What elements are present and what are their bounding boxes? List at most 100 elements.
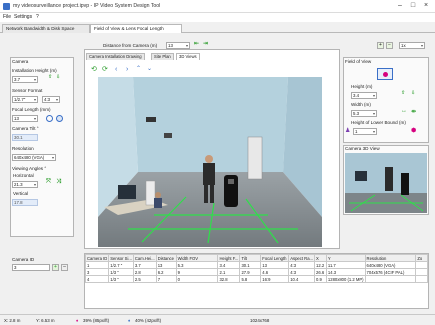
rotate-right-icon[interactable]: ⟳ bbox=[102, 66, 109, 73]
status-bar: X: 2.8 m Y: 6.53 m ♦ 39% (85px/ft) ♦ 40%… bbox=[0, 314, 435, 325]
tab-site-plan[interactable]: Site Plan bbox=[151, 53, 174, 60]
pan-down-icon[interactable]: ⌄ bbox=[147, 65, 152, 72]
table-row[interactable]: 4 1/3 " 2.5 7 0 32.8 5.8 16:9 10.4 0.9 1… bbox=[85, 275, 428, 283]
col-tilt[interactable]: Tilt bbox=[239, 254, 262, 262]
col-x[interactable]: X bbox=[314, 254, 327, 262]
table-cell: 9 bbox=[175, 268, 219, 276]
zoom-select[interactable]: 1x bbox=[399, 42, 425, 49]
lens-wide-icon[interactable] bbox=[46, 115, 53, 122]
seated-person-head bbox=[155, 192, 161, 198]
person-leg-left bbox=[204, 185, 208, 203]
table-cell: 3.4 bbox=[217, 261, 241, 269]
camera-table-container: Camera ID Sensor Si... Cam.Hei... Distan… bbox=[84, 253, 429, 309]
remove-camera-button[interactable]: – bbox=[61, 264, 68, 271]
table-cell: 5.8 bbox=[239, 275, 262, 283]
pan-left-icon[interactable]: ‹ bbox=[115, 66, 117, 73]
fov-height-select[interactable]: 3.4 bbox=[351, 92, 377, 99]
vertical-angle-value: 17.8 bbox=[12, 199, 38, 206]
col-height-fov[interactable]: Height F... bbox=[217, 254, 241, 262]
arrow-right-icon[interactable]: ⇥ bbox=[203, 40, 208, 47]
table-cell: 2.1 bbox=[217, 268, 241, 276]
camera-model-2 bbox=[164, 133, 172, 138]
fov-width-expand-icon[interactable]: ↔ bbox=[401, 108, 407, 114]
table-cell bbox=[415, 261, 428, 269]
table-cell: 6.2 bbox=[155, 268, 177, 276]
col-aspect-ratio[interactable]: Aspect Ra... bbox=[288, 254, 316, 262]
table-cell: 5.3 bbox=[175, 261, 219, 269]
col-distance[interactable]: Distance bbox=[155, 254, 177, 262]
height-down-icon[interactable]: ⇩ bbox=[56, 74, 60, 80]
menu-file[interactable]: File bbox=[3, 14, 11, 20]
col-width-fov[interactable]: Width FOV bbox=[175, 254, 219, 262]
col-zoom[interactable]: Zo bbox=[415, 254, 428, 262]
tab-field-of-view[interactable]: Field of View & Lens Focal Length bbox=[90, 24, 182, 33]
add-camera-button[interactable]: + bbox=[52, 264, 59, 271]
horizontal-angle-select[interactable]: 21.3 bbox=[12, 181, 38, 188]
table-cell: 14.3 bbox=[325, 268, 366, 276]
arrow-left-icon[interactable]: ⇤ bbox=[194, 40, 199, 47]
resolution-select[interactable]: 640x480 (VGA) bbox=[12, 154, 56, 161]
menu-settings[interactable]: Settings bbox=[14, 14, 32, 20]
aspect-ratio-select[interactable]: 4:3 bbox=[42, 96, 60, 103]
camera-model-1 bbox=[146, 117, 156, 122]
menu-bar: File Settings ? bbox=[0, 13, 435, 22]
col-resolution[interactable]: Resolution bbox=[364, 254, 417, 262]
cabinet bbox=[247, 136, 263, 180]
camera-id-input[interactable]: 3 bbox=[12, 264, 50, 271]
fov-width-label: Width (m) bbox=[351, 102, 371, 107]
person-body bbox=[203, 163, 215, 185]
col-camera-id[interactable]: Camera ID bbox=[85, 254, 110, 262]
zoom-in-icon[interactable]: + bbox=[377, 42, 384, 49]
col-focal-length[interactable]: Focal Length bbox=[260, 254, 290, 262]
rotate-left-icon[interactable]: ⟲ bbox=[91, 66, 98, 73]
pan-up-icon[interactable]: ⌃ bbox=[136, 65, 141, 72]
camera-3d-preview bbox=[345, 153, 427, 213]
fov-height-label: Height (m) bbox=[351, 84, 373, 89]
table-cell: 4:3 bbox=[288, 268, 316, 276]
sensor-format-select[interactable]: 1/2.7" bbox=[12, 96, 38, 103]
tab-installation-drawing[interactable]: Camera Installation Drawing bbox=[86, 53, 145, 60]
lower-bound-select[interactable]: 1 bbox=[353, 128, 377, 135]
tab-3d-views[interactable]: 3D Views bbox=[176, 53, 200, 60]
lens-tele-icon[interactable] bbox=[56, 115, 63, 122]
table-cell: 4 bbox=[85, 275, 110, 283]
table-cell: 2.8 bbox=[132, 268, 157, 276]
expand-angle-icon[interactable]: ⤧ bbox=[46, 179, 51, 186]
title-bar: my videosurveillance project.ipvp - IP V… bbox=[0, 0, 435, 13]
minimize-button[interactable]: – bbox=[394, 2, 406, 11]
col-sensor[interactable]: Sensor Si... bbox=[108, 254, 134, 262]
table-cell: 12.2 bbox=[314, 261, 327, 269]
pan-right-icon[interactable]: › bbox=[126, 66, 128, 73]
zoom-out-icon[interactable]: − bbox=[386, 42, 393, 49]
distance-label: Distance from Camera (m) bbox=[103, 43, 158, 48]
table-header-row: Camera ID Sensor Si... Cam.Hei... Distan… bbox=[85, 254, 428, 262]
scene-3d-view[interactable] bbox=[98, 77, 322, 247]
table-cell bbox=[415, 268, 428, 276]
magenta-pin-icon: ♦ bbox=[76, 318, 79, 323]
close-button[interactable]: × bbox=[420, 2, 432, 11]
height-up-icon[interactable]: ⇧ bbox=[48, 74, 52, 80]
seated-person-body bbox=[154, 198, 162, 208]
col-y[interactable]: Y bbox=[325, 254, 366, 262]
table-cell: 1/3 " bbox=[108, 275, 134, 283]
focal-length-select[interactable]: 13 bbox=[12, 115, 38, 122]
table-cell: 0 bbox=[175, 275, 219, 283]
table-cell: 704x576 (4CIF PAL) bbox=[364, 268, 417, 276]
distance-select[interactable]: 13 bbox=[166, 42, 190, 49]
table-row[interactable]: 3 1/3 " 2.8 6.2 9 2.1 27.9 4.6 4:3 26.6 … bbox=[85, 268, 428, 276]
maximize-button[interactable]: □ bbox=[407, 2, 419, 11]
fov-height-down-icon[interactable]: ⇩ bbox=[411, 90, 415, 96]
table-cell: 1 bbox=[85, 261, 110, 269]
fov-width-shrink-icon[interactable]: ⇹ bbox=[411, 108, 416, 115]
pc-tower bbox=[145, 180, 156, 206]
fov-width-select[interactable]: 5.3 bbox=[351, 110, 377, 117]
camera-3d-title: Camera 3D View bbox=[345, 146, 380, 151]
installation-height-select[interactable]: 3.7 bbox=[12, 76, 38, 83]
tab-network-bandwidth[interactable]: Network Bandwidth & Disk Space bbox=[2, 24, 90, 33]
shrink-angle-icon[interactable]: ⤨ bbox=[56, 179, 61, 186]
table-row[interactable]: 1 1/2.7 " 3.7 13 5.3 3.4 30.1 13 4:3 12.… bbox=[85, 261, 428, 269]
fov-height-up-icon[interactable]: ⇧ bbox=[401, 90, 405, 96]
col-cam-height[interactable]: Cam.Hei... bbox=[132, 254, 157, 262]
menu-help[interactable]: ? bbox=[36, 14, 39, 20]
resolution-label: Resolution bbox=[12, 146, 34, 151]
